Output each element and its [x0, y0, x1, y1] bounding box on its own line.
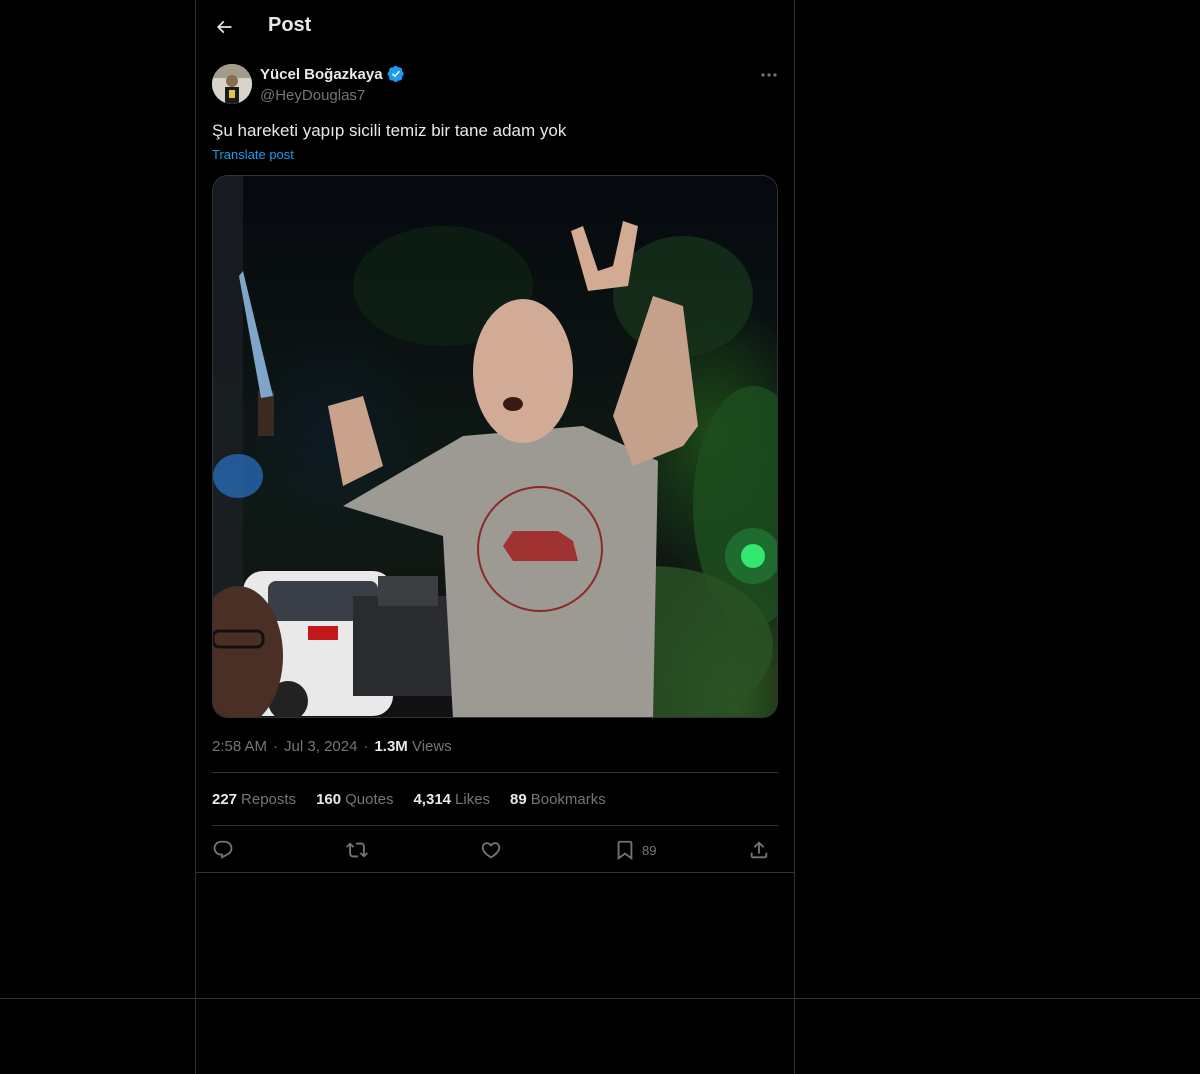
bookmark-button[interactable]: 89	[614, 836, 656, 864]
post-date[interactable]: Jul 3, 2024	[284, 738, 357, 755]
bookmark-icon	[617, 840, 633, 861]
back-button[interactable]	[206, 9, 242, 45]
page-title: Post	[268, 14, 312, 36]
translate-post-link[interactable]: Translate post	[212, 147, 294, 162]
repost-button[interactable]	[346, 836, 368, 864]
divider	[196, 872, 794, 873]
views-count: 1.3M	[374, 738, 408, 755]
reposts-count: 227	[212, 791, 238, 808]
likes-stat[interactable]: 4,314 Likes	[413, 791, 490, 808]
meta-separator: ·	[273, 738, 279, 755]
post-media-video[interactable]	[212, 175, 778, 718]
bookmarks-label: Bookmarks	[530, 791, 606, 808]
quotes-stat[interactable]: 160 Quotes	[316, 791, 393, 808]
share-icon	[750, 841, 768, 859]
post-column: Post Yücel Boğazkaya @HeyDouglas7 Şu har…	[195, 0, 795, 1074]
avatar-image	[212, 64, 252, 104]
meta-separator: ·	[363, 738, 369, 755]
more-options-button[interactable]	[756, 64, 782, 86]
author-name-text: Yücel Boğazkaya	[260, 65, 383, 83]
share-button[interactable]	[748, 836, 770, 864]
heart-icon	[481, 842, 501, 859]
post-header: Post	[196, 0, 794, 55]
action-bar: 89	[212, 836, 778, 864]
reply-button[interactable]	[212, 836, 234, 864]
bookmarks-count: 89	[510, 791, 527, 808]
arrow-left-icon	[216, 20, 232, 34]
divider	[212, 772, 778, 773]
post-time[interactable]: 2:58 AM	[212, 738, 267, 755]
likes-label: Likes	[455, 791, 491, 808]
views-label: Views	[411, 738, 452, 755]
video-still	[213, 176, 777, 717]
quotes-count: 160	[316, 791, 342, 808]
bookmarks-stat[interactable]: 89 Bookmarks	[510, 791, 606, 808]
post-text: Şu hareketi yapıp sicili temiz bir tane …	[212, 121, 567, 140]
verified-badge-icon[interactable]	[387, 65, 405, 83]
post-meta: 2:58 AM · Jul 3, 2024 · 1.3M Views	[212, 738, 452, 755]
avatar[interactable]	[212, 64, 252, 104]
reposts-label: Reposts	[241, 791, 297, 808]
quotes-label: Quotes	[345, 791, 394, 808]
post-stats: 227 Reposts 160 Quotes 4,314 Likes 89 Bookma…	[212, 791, 606, 808]
author-name[interactable]: Yücel Boğazkaya	[260, 65, 405, 83]
author-handle[interactable]: @HeyDouglas7	[260, 87, 365, 104]
likes-count: 4,314	[413, 791, 452, 808]
views: 1.3M Views	[374, 738, 451, 755]
divider	[0, 998, 1200, 999]
reply-icon	[213, 840, 233, 859]
like-button[interactable]	[480, 836, 502, 864]
more-horizontal-icon	[761, 73, 777, 77]
repost-icon	[346, 842, 368, 858]
divider	[212, 825, 778, 826]
reposts-stat[interactable]: 227 Reposts	[212, 791, 296, 808]
bookmark-count: 89	[642, 842, 657, 858]
